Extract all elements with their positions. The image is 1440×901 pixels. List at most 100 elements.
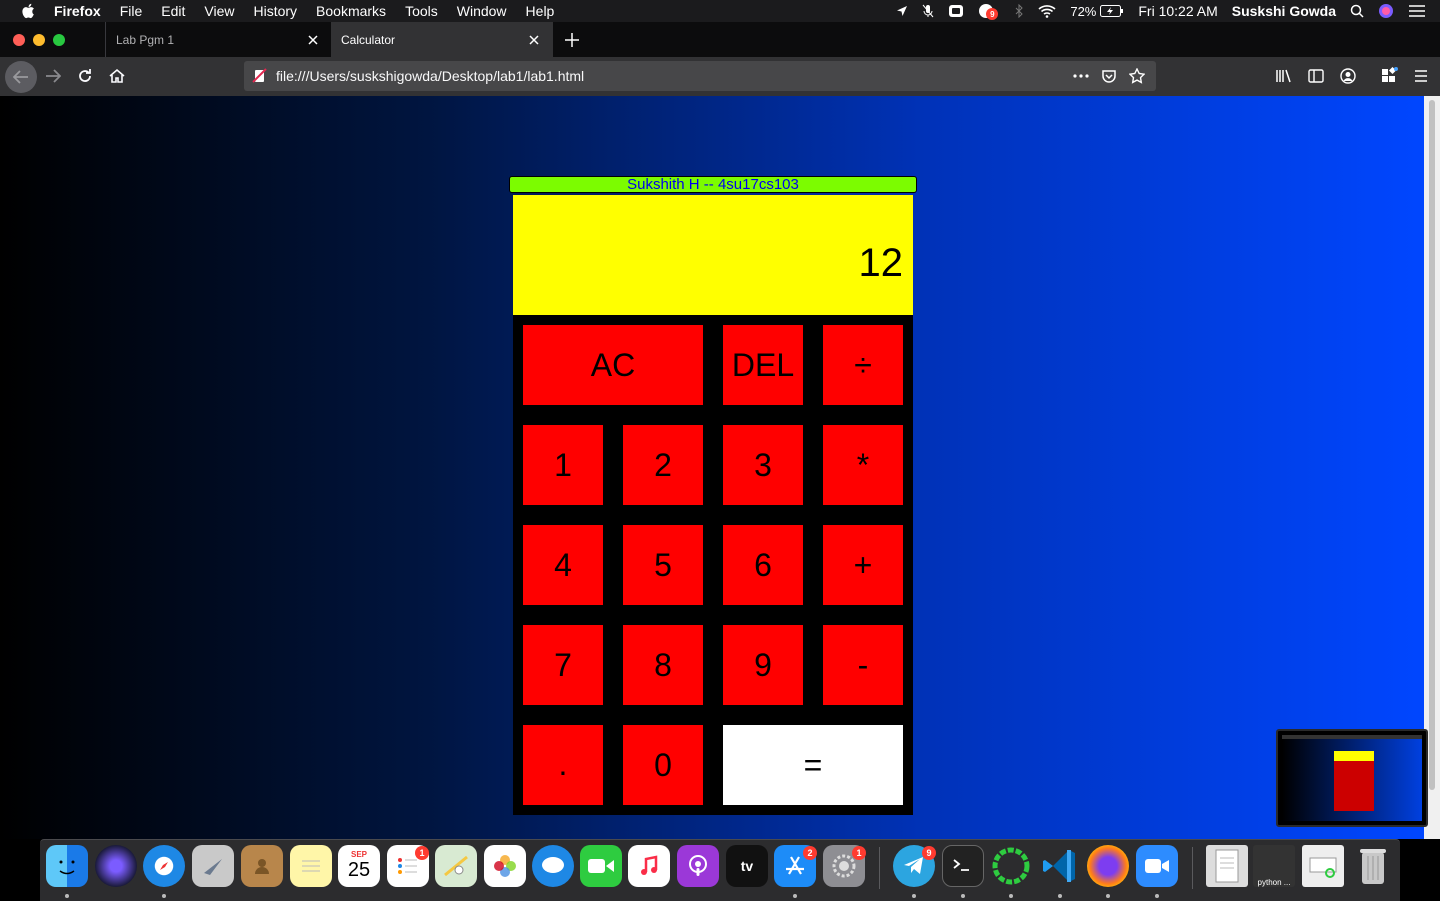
menu-window[interactable]: Window — [457, 0, 507, 22]
battery-icon[interactable] — [1100, 5, 1124, 17]
digit-1-button[interactable]: 1 — [523, 425, 603, 505]
running-indicator — [65, 894, 69, 898]
scrollbar-thumb[interactable] — [1429, 100, 1435, 790]
window-close-button[interactable] — [13, 34, 25, 46]
close-tab-icon[interactable] — [306, 33, 320, 47]
digit-5-button[interactable]: 5 — [623, 525, 703, 605]
screenshot-thumbnail-preview[interactable] — [1276, 729, 1428, 827]
vscode-icon[interactable] — [1039, 845, 1081, 887]
multiply-button[interactable]: * — [823, 425, 903, 505]
apple-tv-icon[interactable]: tv — [726, 845, 768, 887]
tab-label: Lab Pgm 1 — [116, 32, 175, 47]
safari-icon[interactable] — [143, 845, 185, 887]
bookmark-star-icon[interactable] — [1128, 67, 1146, 85]
mail-send-icon[interactable] — [192, 845, 234, 887]
menu-tools[interactable]: Tools — [405, 0, 438, 22]
digit-3-button[interactable]: 3 — [723, 425, 803, 505]
screenshot-app-icon[interactable] — [1302, 845, 1344, 887]
delete-button[interactable]: DEL — [723, 325, 803, 405]
reload-icon[interactable] — [70, 62, 100, 90]
python-label: python ... — [1257, 878, 1291, 887]
trash-icon[interactable] — [1352, 845, 1394, 887]
clear-all-button[interactable]: AC — [523, 325, 703, 405]
running-indicator — [1058, 894, 1062, 898]
page-actions-icon[interactable] — [1072, 67, 1090, 85]
screen-record-icon[interactable] — [948, 4, 964, 18]
digit-4-button[interactable]: 4 — [523, 525, 603, 605]
window-zoom-button[interactable] — [53, 34, 65, 46]
menu-edit[interactable]: Edit — [161, 0, 185, 22]
menu-view[interactable]: View — [204, 0, 234, 22]
digit-8-button[interactable]: 8 — [623, 625, 703, 705]
finder-icon[interactable] — [46, 845, 88, 887]
calendar-icon[interactable]: SEP 25 — [338, 845, 380, 887]
menu-help[interactable]: Help — [526, 0, 555, 22]
podcasts-icon[interactable] — [677, 845, 719, 887]
back-button[interactable] — [5, 61, 37, 93]
wifi-icon[interactable] — [1038, 4, 1056, 18]
menu-app-name[interactable]: Firefox — [54, 0, 101, 22]
sidebar-icon[interactable] — [1301, 62, 1331, 90]
close-tab-icon[interactable] — [527, 33, 541, 47]
plus-button[interactable]: + — [823, 525, 903, 605]
minus-button[interactable]: - — [823, 625, 903, 705]
equals-button[interactable]: = — [723, 725, 903, 805]
notes-icon[interactable] — [290, 845, 332, 887]
insecure-file-icon[interactable] — [252, 68, 268, 84]
running-indicator — [961, 894, 965, 898]
thumbnail-display — [1334, 751, 1374, 761]
running-indicator — [1155, 894, 1159, 898]
clock[interactable]: Fri 10:22 AM — [1138, 3, 1217, 19]
home-icon[interactable] — [102, 62, 132, 90]
digit-6-button[interactable]: 6 — [723, 525, 803, 605]
window-minimize-button[interactable] — [33, 34, 45, 46]
library-icon[interactable] — [1269, 62, 1299, 90]
divide-button[interactable]: ÷ — [823, 325, 903, 405]
tab-lab-pgm-1[interactable]: Lab Pgm 1 — [105, 22, 332, 57]
microphone-muted-icon[interactable] — [922, 4, 934, 18]
hamburger-menu-icon[interactable] — [1406, 62, 1436, 90]
menu-file[interactable]: File — [120, 0, 143, 22]
python-window-icon[interactable]: python ... — [1253, 845, 1295, 887]
menu-bookmarks[interactable]: Bookmarks — [316, 0, 386, 22]
siri-icon[interactable] — [1378, 3, 1394, 19]
photos-icon[interactable] — [484, 845, 526, 887]
account-icon[interactable] — [1333, 62, 1363, 90]
document-stack-icon[interactable] — [1206, 845, 1248, 887]
digit-9-button[interactable]: 9 — [723, 625, 803, 705]
facetime-icon[interactable] — [580, 845, 622, 887]
forward-button[interactable] — [38, 62, 68, 90]
control-center-list-icon[interactable] — [1408, 4, 1426, 18]
calendar-day: 25 — [347, 859, 371, 881]
terminal-icon[interactable] — [942, 845, 984, 887]
zoom-icon[interactable] — [1136, 845, 1178, 887]
tab-label: Calculator — [341, 32, 396, 47]
user-name[interactable]: Suskshi Gowda — [1232, 3, 1336, 19]
decimal-point-button[interactable]: . — [523, 725, 603, 805]
url-bar[interactable]: file:///Users/suskshigowda/Desktop/lab1/… — [244, 61, 1156, 91]
calculator-header: Sukshith H -- 4su17cs103 — [509, 176, 917, 193]
apple-menu-icon[interactable] — [20, 3, 36, 19]
calendar-month: SEP — [350, 850, 367, 859]
pocket-icon[interactable] — [1100, 67, 1118, 85]
firefox-icon[interactable] — [1087, 845, 1129, 887]
siri-app-icon[interactable] — [95, 845, 137, 887]
contacts-icon[interactable] — [241, 845, 283, 887]
progress-ring-app-icon[interactable] — [990, 845, 1032, 887]
messages-icon[interactable] — [532, 845, 574, 887]
thumbnail-toolbar — [1282, 735, 1422, 739]
tab-calculator[interactable]: Calculator — [331, 22, 553, 57]
music-icon[interactable] — [628, 845, 670, 887]
bluetooth-icon[interactable] — [1014, 4, 1024, 18]
new-tab-icon[interactable] — [562, 30, 582, 50]
url-text[interactable]: file:///Users/suskshigowda/Desktop/lab1/… — [276, 68, 1072, 84]
notification-app-icon[interactable]: 9 — [978, 3, 999, 20]
location-arrow-icon[interactable] — [896, 5, 908, 17]
digit-7-button[interactable]: 7 — [523, 625, 603, 705]
spotlight-search-icon[interactable] — [1350, 4, 1364, 18]
maps-icon[interactable] — [435, 845, 477, 887]
extensions-icon[interactable] — [1374, 62, 1404, 90]
digit-2-button[interactable]: 2 — [623, 425, 703, 505]
digit-0-button[interactable]: 0 — [623, 725, 703, 805]
menu-history[interactable]: History — [253, 0, 297, 22]
